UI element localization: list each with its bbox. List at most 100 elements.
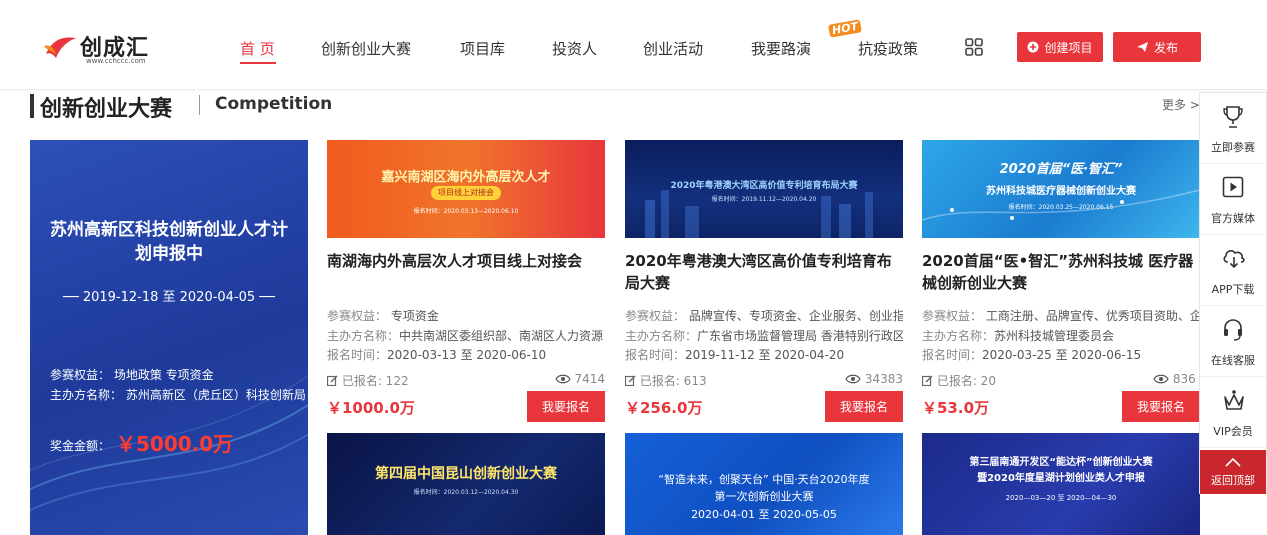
card-time: 报名时间：2019-11-12 至 2020-04-20 xyxy=(625,348,845,362)
card-prize: ￥1000.0万 xyxy=(327,399,415,417)
nav-competition[interactable]: 创新创业大赛 xyxy=(321,38,411,59)
signup-button[interactable]: 我要报名 xyxy=(1122,391,1200,422)
banner-date: 报名时间：2020.03.25—2020.06.15 xyxy=(1008,204,1114,211)
nav-projects[interactable]: 项目库 xyxy=(460,38,505,59)
card-prize: ￥256.0万 xyxy=(625,399,703,417)
create-project-button[interactable]: 创建项目 xyxy=(1017,32,1103,62)
logo-url: www.cchccc.com xyxy=(86,57,146,65)
eye-icon xyxy=(845,374,861,384)
sidebar-label: VIP会员 xyxy=(1213,425,1253,438)
cloud-download-icon xyxy=(1223,250,1245,269)
grid-menu-icon[interactable] xyxy=(965,38,983,56)
feature-benefit: 参赛权益： 场地政策 专项资金 xyxy=(50,368,214,382)
banner-title: 第三届南通开发区“能达杯”创新创业大赛 xyxy=(969,457,1153,468)
card-stats: 已报名: 613 34383 xyxy=(624,372,903,389)
trophy-icon xyxy=(1223,106,1243,128)
section-subtitle: Competition xyxy=(215,94,333,114)
sidebar-label: 官方媒体 xyxy=(1211,212,1255,225)
publish-button[interactable]: 发布 xyxy=(1113,32,1201,62)
card-banner[interactable]: 2020首届“医·智汇” 苏州科技城医疗器械创新创业大赛 报名时间：2020.0… xyxy=(922,140,1200,238)
feature-dates: ── 2019-12-18 至 2020-04-05 ── xyxy=(63,290,275,305)
plus-circle-icon xyxy=(1027,41,1039,53)
floating-sidebar: 立即参赛 官方媒体 APP下载 在线客服 VIP会员 返回顶部 xyxy=(1199,92,1267,494)
card-title[interactable]: 2020首届“医•智汇”苏州科技城 医疗器械创新创业大赛 xyxy=(922,250,1200,294)
edit-icon xyxy=(921,375,933,387)
banner-date: 2020—03—20 至 2020—04—30 xyxy=(1005,494,1117,502)
card-prize: ￥53.0万 xyxy=(922,399,990,417)
nav-investors[interactable]: 投资人 xyxy=(552,38,597,59)
signup-count: 已报名: 20 xyxy=(921,372,996,389)
signup-button[interactable]: 我要报名 xyxy=(825,391,903,422)
card-organizer: 主办方名称：中共南湖区委组织部、南湖区人力资源 xyxy=(327,329,604,343)
edit-icon xyxy=(326,375,338,387)
banner-title: 第四届中国昆山创新创业大赛 xyxy=(375,466,557,482)
card-benefit: 参赛权益： 专项资金 xyxy=(327,309,439,323)
signup-button[interactable]: 我要报名 xyxy=(527,391,605,422)
banner-subtitle: 暨2020年度星湖计划创业类人才申报 xyxy=(977,473,1145,484)
competition-card[interactable]: 2020首届“医·智汇” 苏州科技城医疗器械创新创业大赛 报名时间：2020.0… xyxy=(921,140,1200,422)
banner-subtitle: 第一次创新创业大赛 xyxy=(714,490,814,503)
featured-competition-card[interactable]: 苏州高新区科技创新创业人才计划申报中 ── 2019-12-18 至 2020-… xyxy=(30,140,308,535)
sidebar-item-join[interactable]: 立即参赛 xyxy=(1200,93,1266,164)
create-project-label: 创建项目 xyxy=(1044,40,1093,55)
site-header: 创成汇 www.cchccc.com 首 页 创新创业大赛 项目库 投资人 创业… xyxy=(0,0,1267,90)
card-stats: 已报名: 20 836 xyxy=(921,372,1200,389)
eye-icon xyxy=(554,374,571,384)
sidebar-label: APP下载 xyxy=(1211,283,1255,296)
nav-active-underline xyxy=(240,62,276,64)
section-heading-bar xyxy=(30,94,34,118)
feature-organizer: 主办方名称： 苏州高新区（虎丘区）科技创新局 xyxy=(50,388,306,402)
nav-events[interactable]: 创业活动 xyxy=(643,38,703,59)
back-to-top-label: 返回顶部 xyxy=(1211,474,1255,487)
banner-date: 报名时间：2020.03.13—2020.06.10 xyxy=(413,208,519,215)
feature-prize-label: 奖金金额： xyxy=(50,439,111,453)
banner-tag: 项目线上对接会 xyxy=(438,188,494,197)
play-video-icon xyxy=(1222,176,1244,198)
card-time: 报名时间：2020-03-13 至 2020-06-10 xyxy=(327,348,547,362)
competition-banner[interactable]: 第三届南通开发区“能达杯”创新创业大赛 暨2020年度星湖计划创业类人才申报 2… xyxy=(922,433,1200,535)
card-benefit: 参赛权益： 工商注册、品牌宣传、优秀项目资助、企 xyxy=(922,309,1200,323)
eye-icon xyxy=(1153,374,1169,384)
card-title[interactable]: 2020年粤港澳大湾区高价值专利培育布局大赛 xyxy=(625,250,903,294)
nav-policy[interactable]: 抗疫政策 xyxy=(858,38,918,59)
banner-tag: 苏州科技城医疗器械创新创业大赛 xyxy=(986,186,1136,197)
logo-mark-icon xyxy=(44,37,76,58)
sidebar-item-support[interactable]: 在线客服 xyxy=(1200,306,1266,377)
back-to-top-button[interactable]: 返回顶部 xyxy=(1200,450,1266,494)
nav-home[interactable]: 首 页 xyxy=(240,38,275,59)
section-title: 创新创业大赛 xyxy=(40,97,173,122)
view-count: 34383 xyxy=(845,372,903,386)
card-stats: 已报名: 122 7414 xyxy=(326,372,605,389)
card-organizer: 主办方名称：苏州科技城管理委员会 xyxy=(922,329,1115,343)
publish-label: 发布 xyxy=(1153,40,1178,55)
edit-icon xyxy=(624,375,636,387)
paper-plane-icon xyxy=(1136,42,1148,52)
feature-prize: ￥5000.0万 xyxy=(116,432,234,456)
card-banner[interactable]: 2020年粤港澳大湾区高价值专利培育布局大赛 报名时间：2019.11.12—2… xyxy=(625,140,903,238)
headset-icon xyxy=(1224,319,1242,341)
signup-count: 已报名: 122 xyxy=(326,372,409,389)
competition-banner[interactable]: 第四届中国昆山创新创业大赛 报名时间：2020.03.12—2020.04.30 xyxy=(327,433,605,535)
banner-title: 2020年粤港澳大湾区高价值专利培育布局大赛 xyxy=(670,181,858,191)
card-organizer: 主办方名称：广东省市场监督管理局 香港特别行政区 xyxy=(625,329,903,343)
hot-badge: HOT xyxy=(828,19,862,38)
feature-title: 苏州高新区科技创新创业人才计划申报中 xyxy=(50,220,288,264)
nav-roadshow[interactable]: 我要路演 xyxy=(751,38,811,59)
banner-title: 嘉兴南湖区海内外高层次人才 xyxy=(381,170,551,185)
view-count: 836 xyxy=(1153,372,1196,386)
banner-title: “智造未来，创聚天台” 中国·天台2020年度 xyxy=(658,473,870,486)
sidebar-item-app[interactable]: APP下载 xyxy=(1200,235,1266,306)
section-divider xyxy=(199,95,200,115)
sidebar-item-vip[interactable]: VIP会员 xyxy=(1200,377,1266,448)
sidebar-label: 立即参赛 xyxy=(1211,141,1255,154)
competition-card[interactable]: 嘉兴南湖区海内外高层次人才 项目线上对接会 报名时间：2020.03.13—20… xyxy=(326,140,605,422)
site-logo[interactable]: 创成汇 www.cchccc.com xyxy=(42,30,162,66)
view-count: 7414 xyxy=(554,372,605,386)
competition-card[interactable]: 2020年粤港澳大湾区高价值专利培育布局大赛 报名时间：2019.11.12—2… xyxy=(624,140,903,422)
card-time: 报名时间：2020-03-25 至 2020-06-15 xyxy=(922,348,1142,362)
sidebar-item-media[interactable]: 官方媒体 xyxy=(1200,164,1266,235)
card-title[interactable]: 南湖海内外高层次人才项目线上对接会 xyxy=(327,250,605,272)
competition-banner[interactable]: “智造未来，创聚天台” 中国·天台2020年度 第一次创新创业大赛 2020-0… xyxy=(625,433,903,535)
signup-count: 已报名: 613 xyxy=(624,372,707,389)
card-banner[interactable]: 嘉兴南湖区海内外高层次人才 项目线上对接会 报名时间：2020.03.13—20… xyxy=(327,140,605,238)
